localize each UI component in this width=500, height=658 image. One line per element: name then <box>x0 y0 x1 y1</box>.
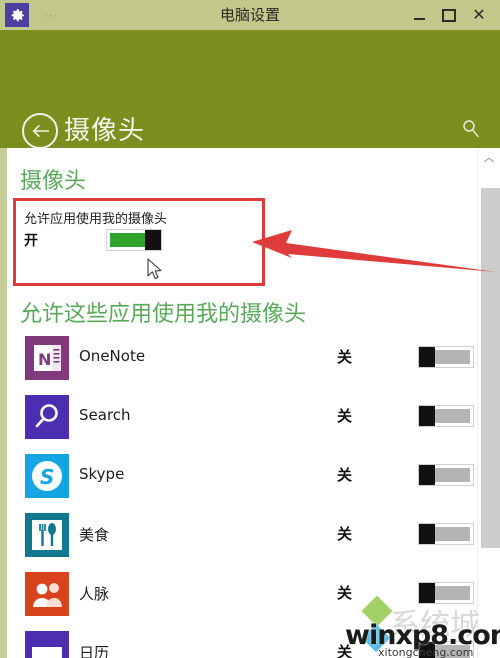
back-arrow-icon[interactable] <box>22 113 58 149</box>
toggle-thumb <box>419 406 435 426</box>
search-icon[interactable] <box>460 118 482 140</box>
page-header: 摄像头 <box>0 30 500 149</box>
toggle-thumb <box>419 465 435 485</box>
svg-text:S: S <box>40 465 54 489</box>
onenote-icon: N <box>25 336 69 380</box>
app-name-label: Search <box>79 406 131 424</box>
toggle-thumb <box>419 524 435 544</box>
app-permission-toggle[interactable] <box>418 464 474 486</box>
app-state-label: 关 <box>337 525 353 543</box>
search-app-icon <box>25 395 69 439</box>
page-title: 摄像头 <box>64 116 146 146</box>
camera-section-title: 摄像头 <box>20 169 87 194</box>
app-state-label: 关 <box>337 584 353 602</box>
apps-section-title: 允许这些应用使用我的摄像头 <box>20 302 307 327</box>
pc-settings-window: ··· 电脑设置 ✕ 摄像头 摄像头 允许应用使用我的摄像头 开 允许这些应用使… <box>0 0 500 658</box>
scrollbar-thumb[interactable] <box>481 188 500 548</box>
app-permission-toggle[interactable] <box>418 523 474 545</box>
app-permission-toggle[interactable] <box>418 405 474 427</box>
close-button[interactable]: ✕ <box>464 0 494 30</box>
food-icon <box>25 513 69 557</box>
camera-main-label: 允许应用使用我的摄像头 <box>24 212 168 227</box>
app-name-label: Skype <box>79 465 125 483</box>
app-permission-toggle[interactable] <box>418 346 474 368</box>
camera-state-label: 开 <box>24 233 38 249</box>
watermark-sub: xitongcheng.com <box>378 646 474 658</box>
app-name-label: 美食 <box>79 526 110 544</box>
minimize-button[interactable] <box>404 0 434 30</box>
scrollbar-track[interactable] <box>478 166 500 658</box>
camera-master-toggle[interactable] <box>106 229 162 251</box>
app-name-label: 人脉 <box>79 585 110 603</box>
settings-body: 摄像头 允许应用使用我的摄像头 开 允许这些应用使用我的摄像头 N OneNote… <box>0 148 500 658</box>
maximize-button[interactable] <box>434 0 464 30</box>
app-permission-row: 美食 关 <box>7 507 478 566</box>
app-permission-row: N OneNote 关 <box>7 330 478 389</box>
title-bar: ··· 电脑设置 ✕ <box>0 0 500 30</box>
app-name-label: OneNote <box>79 347 146 365</box>
mouse-cursor <box>147 258 162 280</box>
app-permission-row: S Skype 关 <box>7 448 478 507</box>
app-state-label: 关 <box>337 466 353 484</box>
people-icon <box>25 572 69 616</box>
vertical-scrollbar[interactable]: ︿ <box>477 148 500 658</box>
app-permission-row: Search 关 <box>7 389 478 448</box>
toggle-thumb <box>145 230 161 250</box>
app-state-label: 关 <box>337 407 353 425</box>
scroll-up-icon[interactable]: ︿ <box>478 148 500 166</box>
window-controls: ✕ <box>404 0 494 30</box>
toggle-thumb <box>419 347 435 367</box>
settings-content: 摄像头 允许应用使用我的摄像头 开 允许这些应用使用我的摄像头 N OneNote… <box>7 148 478 658</box>
svg-text:N: N <box>38 350 51 369</box>
app-name-label: 日历 <box>79 644 110 658</box>
left-edge-strip <box>0 148 7 658</box>
app-state-label: 关 <box>337 348 353 366</box>
skype-icon: S <box>25 454 69 498</box>
calendar-icon <box>25 631 69 658</box>
